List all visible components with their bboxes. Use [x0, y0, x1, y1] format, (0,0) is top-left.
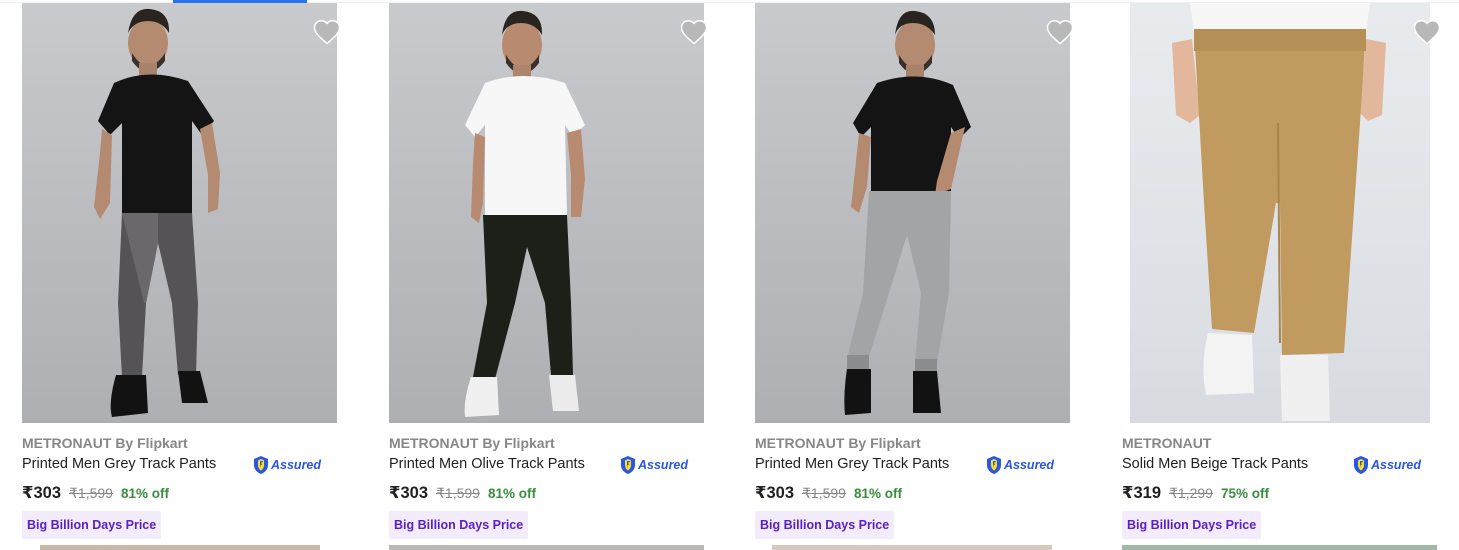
product-image[interactable]	[22, 3, 337, 423]
product-title[interactable]: Solid Men Beige Track Pants	[1122, 456, 1308, 472]
offer-badge: Big Billion Days Price	[389, 511, 529, 539]
product-title[interactable]: Printed Men Grey Track Pants	[22, 456, 216, 472]
product-image[interactable]	[755, 3, 1070, 423]
next-row-image-edge	[389, 545, 704, 550]
offer-badge: Big Billion Days Price	[1122, 511, 1262, 539]
wishlist-heart-icon[interactable]	[1045, 17, 1075, 47]
assured-badge: Assured	[619, 455, 688, 475]
original-price: ₹1,599	[436, 485, 480, 501]
wishlist-heart-icon[interactable]	[312, 17, 342, 47]
model-photo-illustration	[94, 8, 220, 417]
product-card[interactable]: METRONAUT By Flipkart Printed Men Olive …	[389, 3, 708, 550]
assured-badge: Assured	[985, 455, 1054, 475]
wishlist-heart-icon[interactable]	[1412, 17, 1442, 47]
flipkart-assured-shield-icon	[987, 456, 1001, 474]
selling-price: ₹303	[755, 484, 795, 502]
product-card[interactable]: METRONAUT By Flipkart Printed Men Grey T…	[755, 3, 1074, 550]
assured-label: Assured	[1371, 458, 1422, 472]
discount-percent: 75% off	[1220, 486, 1269, 501]
selling-price: ₹319	[1122, 484, 1162, 502]
product-brand: METRONAUT By Flipkart	[22, 435, 188, 451]
model-photo-illustration	[844, 10, 971, 415]
model-photo-illustration	[464, 10, 585, 417]
price-row: ₹303 ₹1,599 81% off	[389, 483, 536, 505]
product-title[interactable]: Printed Men Olive Track Pants	[389, 456, 585, 472]
price-row: ₹319 ₹1,299 75% off	[1122, 483, 1269, 505]
product-title[interactable]: Printed Men Grey Track Pants	[755, 456, 949, 472]
price-row: ₹303 ₹1,599 81% off	[22, 483, 169, 505]
discount-percent: 81% off	[487, 486, 536, 501]
original-price: ₹1,599	[802, 485, 846, 501]
assured-label: Assured	[271, 458, 322, 472]
next-row-image-edge	[40, 545, 320, 550]
wishlist-heart-icon[interactable]	[679, 17, 709, 47]
product-brand: METRONAUT	[1122, 435, 1212, 451]
selling-price: ₹303	[389, 484, 429, 502]
price-row: ₹303 ₹1,599 81% off	[755, 483, 902, 505]
flipkart-assured-shield-icon	[621, 456, 635, 474]
product-image[interactable]	[1130, 3, 1430, 423]
offer-badge: Big Billion Days Price	[22, 511, 162, 539]
flipkart-assured-shield-icon	[254, 456, 268, 474]
product-card[interactable]: METRONAUT Solid Men Beige Track Pants As…	[1122, 3, 1441, 550]
flipkart-assured-shield-icon	[1354, 456, 1368, 474]
offer-badge: Big Billion Days Price	[755, 511, 895, 539]
product-brand: METRONAUT By Flipkart	[755, 435, 921, 451]
next-row-image-edge	[772, 545, 1052, 550]
assured-badge: Assured	[1352, 455, 1421, 475]
assured-label: Assured	[1004, 458, 1055, 472]
discount-percent: 81% off	[853, 486, 902, 501]
model-photo-illustration	[1172, 3, 1386, 421]
product-brand: METRONAUT By Flipkart	[389, 435, 555, 451]
discount-percent: 81% off	[120, 486, 169, 501]
selling-price: ₹303	[22, 484, 62, 502]
product-grid-page: METRONAUT By Flipkart Printed Men Grey T…	[0, 0, 1459, 550]
product-image[interactable]	[389, 3, 704, 423]
original-price: ₹1,299	[1169, 485, 1213, 501]
product-card[interactable]: METRONAUT By Flipkart Printed Men Grey T…	[22, 3, 341, 550]
next-row-image-edge	[1122, 545, 1437, 550]
assured-badge: Assured	[252, 455, 321, 475]
assured-label: Assured	[638, 458, 689, 472]
original-price: ₹1,599	[69, 485, 113, 501]
